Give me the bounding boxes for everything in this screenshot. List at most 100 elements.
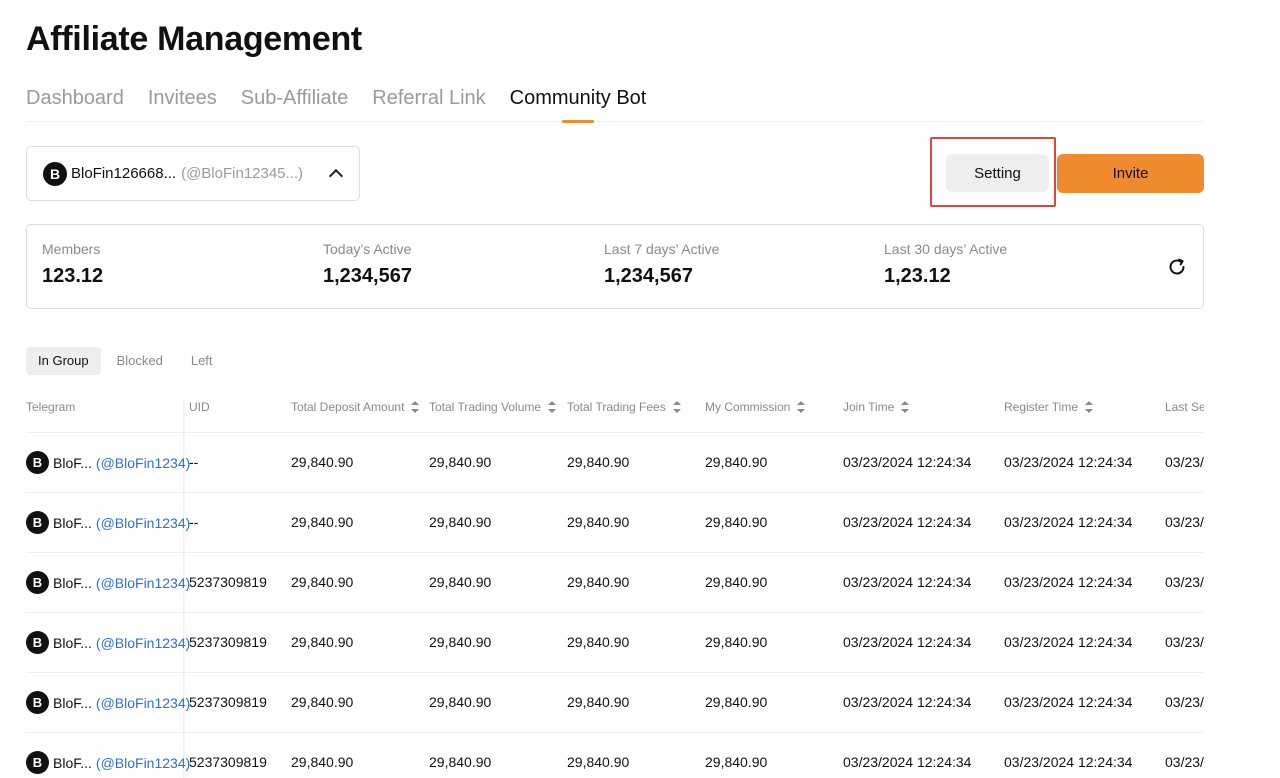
- col-telegram: Telegram: [26, 400, 76, 414]
- stats-panel: Members 123.12 Today’s Active 1,234,567 …: [26, 224, 1204, 309]
- stat-today-active: Today’s Active 1,234,567: [323, 241, 412, 288]
- col-total-fees[interactable]: Total Trading Fees: [567, 400, 681, 414]
- stat-label: Today’s Active: [323, 241, 412, 257]
- members-table: Telegram UID Total Deposit Amount Total …: [26, 388, 1204, 778]
- cell-deposit: 29,840.90: [291, 694, 354, 710]
- col-total-volume[interactable]: Total Trading Volume: [429, 400, 557, 414]
- col-uid: UID: [189, 400, 210, 414]
- stat-label: Members: [42, 241, 101, 257]
- col-join-time[interactable]: Join Time: [843, 400, 910, 414]
- stat-7d-active: Last 7 days’ Active 1,234,567: [604, 241, 719, 288]
- cell-telegram: B BloF... (@BloFin1234): [26, 511, 190, 534]
- telegram-handle-link[interactable]: (@BloFin1234): [96, 695, 190, 711]
- cell-uid: 5237309819: [189, 754, 267, 770]
- cell-uid: 5237309819: [189, 634, 267, 650]
- tab-referral-link[interactable]: Referral Link: [372, 84, 485, 122]
- invite-button[interactable]: Invite: [1057, 154, 1204, 193]
- col-register-time[interactable]: Register Time: [1004, 400, 1094, 414]
- cell-fees: 29,840.90: [567, 514, 630, 530]
- cell-commission: 29,840.90: [705, 694, 768, 710]
- telegram-handle-link[interactable]: (@BloFin1234): [96, 515, 190, 531]
- table-row: B BloF... (@BloFin1234) 5237309819 29,840.90…: [26, 672, 1204, 732]
- telegram-handle-link[interactable]: (@BloFin1234): [96, 755, 190, 771]
- sort-icon[interactable]: [411, 401, 420, 413]
- cell-join-time: 03/23/2024 12:24:34: [843, 634, 972, 650]
- cell-join-time: 03/23/2024 12:24:34: [843, 754, 972, 770]
- refresh-icon[interactable]: [1167, 257, 1187, 277]
- cell-last-seen: 03/23/: [1165, 634, 1204, 650]
- telegram-handle-link[interactable]: (@BloFin1234): [96, 575, 190, 591]
- sort-icon[interactable]: [548, 401, 557, 413]
- cell-fees: 29,840.90: [567, 634, 630, 650]
- tab-sub-affiliate[interactable]: Sub-Affiliate: [241, 84, 348, 122]
- cell-fees: 29,840.90: [567, 694, 630, 710]
- cell-volume: 29,840.90: [429, 694, 492, 710]
- page-title: Affiliate Management: [26, 20, 362, 58]
- cell-deposit: 29,840.90: [291, 754, 354, 770]
- cell-join-time: 03/23/2024 12:24:34: [843, 454, 972, 470]
- cell-commission: 29,840.90: [705, 634, 768, 650]
- cell-telegram: B BloF... (@BloFin1234): [26, 451, 190, 474]
- cell-fees: 29,840.90: [567, 574, 630, 590]
- telegram-name: BloF...: [53, 694, 92, 711]
- table-row: B BloF... (@BloFin1234) 5237309819 29,840.90…: [26, 612, 1204, 672]
- cell-uid: --: [189, 514, 199, 530]
- stat-value: 1,234,567: [604, 265, 693, 287]
- cell-volume: 29,840.90: [429, 514, 492, 530]
- cell-deposit: 29,840.90: [291, 634, 354, 650]
- telegram-handle-link[interactable]: (@BloFin1234): [96, 455, 190, 471]
- cell-deposit: 29,840.90: [291, 514, 354, 530]
- cell-join-time: 03/23/2024 12:24:34: [843, 694, 972, 710]
- cell-register-time: 03/23/2024 12:24:34: [1004, 754, 1133, 770]
- cell-volume: 29,840.90: [429, 634, 492, 650]
- table-row: B BloF... (@BloFin1234) 5237309819 29,840.90…: [26, 732, 1204, 778]
- telegram-name: BloF...: [53, 754, 92, 771]
- cell-telegram: B BloF... (@BloFin1234): [26, 691, 190, 714]
- telegram-handle-link[interactable]: (@BloFin1234): [96, 635, 190, 651]
- table-header: Telegram UID Total Deposit Amount Total …: [26, 388, 1204, 428]
- tab-community-bot[interactable]: Community Bot: [510, 84, 647, 122]
- cell-last-seen: 03/23/: [1165, 514, 1204, 530]
- cell-telegram: B BloF... (@BloFin1234): [26, 571, 190, 594]
- cell-last-seen: 03/23/: [1165, 754, 1204, 770]
- blofin-logo-icon: B: [26, 451, 49, 474]
- setting-button[interactable]: Setting: [946, 154, 1049, 192]
- telegram-name: BloF...: [53, 454, 92, 471]
- sort-icon[interactable]: [672, 401, 681, 413]
- cell-commission: 29,840.90: [705, 514, 768, 530]
- col-total-deposit[interactable]: Total Deposit Amount: [291, 400, 420, 414]
- filter-blocked[interactable]: Blocked: [105, 347, 175, 375]
- cell-register-time: 03/23/2024 12:24:34: [1004, 694, 1133, 710]
- cell-volume: 29,840.90: [429, 754, 492, 770]
- stat-30d-active: Last 30 days’ Active 1,23.12: [884, 241, 1007, 288]
- cell-fees: 29,840.90: [567, 454, 630, 470]
- stat-label: Last 7 days’ Active: [604, 241, 720, 257]
- cell-commission: 29,840.90: [705, 754, 768, 770]
- filter-in-group[interactable]: In Group: [26, 347, 101, 375]
- cell-register-time: 03/23/2024 12:24:34: [1004, 514, 1133, 530]
- sort-icon[interactable]: [797, 401, 806, 413]
- tab-invitees[interactable]: Invitees: [148, 84, 217, 122]
- group-name: BloFin126668...: [71, 165, 177, 182]
- group-handle: (@BloFin12345...): [181, 165, 304, 182]
- cell-last-seen: 03/23/: [1165, 574, 1204, 590]
- cell-register-time: 03/23/2024 12:24:34: [1004, 454, 1133, 470]
- group-select-dropdown[interactable]: B BloFin126668... (@BloFin12345...): [26, 146, 360, 201]
- telegram-name: BloF...: [53, 574, 92, 591]
- cell-telegram: B BloF... (@BloFin1234): [26, 631, 190, 654]
- cell-last-seen: 03/23/: [1165, 454, 1204, 470]
- cell-join-time: 03/23/2024 12:24:34: [843, 514, 972, 530]
- cell-fees: 29,840.90: [567, 754, 630, 770]
- chevron-up-icon: [328, 168, 344, 184]
- cell-telegram: B BloF... (@BloFin1234): [26, 751, 190, 774]
- tab-bar: Dashboard Invitees Sub-Affiliate Referra…: [26, 84, 1204, 122]
- col-my-commission[interactable]: My Commission: [705, 400, 806, 414]
- filter-left[interactable]: Left: [179, 347, 225, 375]
- table-row: B BloF... (@BloFin1234) -- 29,840.90 29,840.9…: [26, 432, 1204, 492]
- table-row: B BloF... (@BloFin1234) 5237309819 29,840.90…: [26, 552, 1204, 612]
- cell-commission: 29,840.90: [705, 574, 768, 590]
- sort-icon[interactable]: [1085, 401, 1094, 413]
- sort-icon[interactable]: [901, 401, 910, 413]
- cell-deposit: 29,840.90: [291, 454, 354, 470]
- tab-dashboard[interactable]: Dashboard: [26, 84, 124, 122]
